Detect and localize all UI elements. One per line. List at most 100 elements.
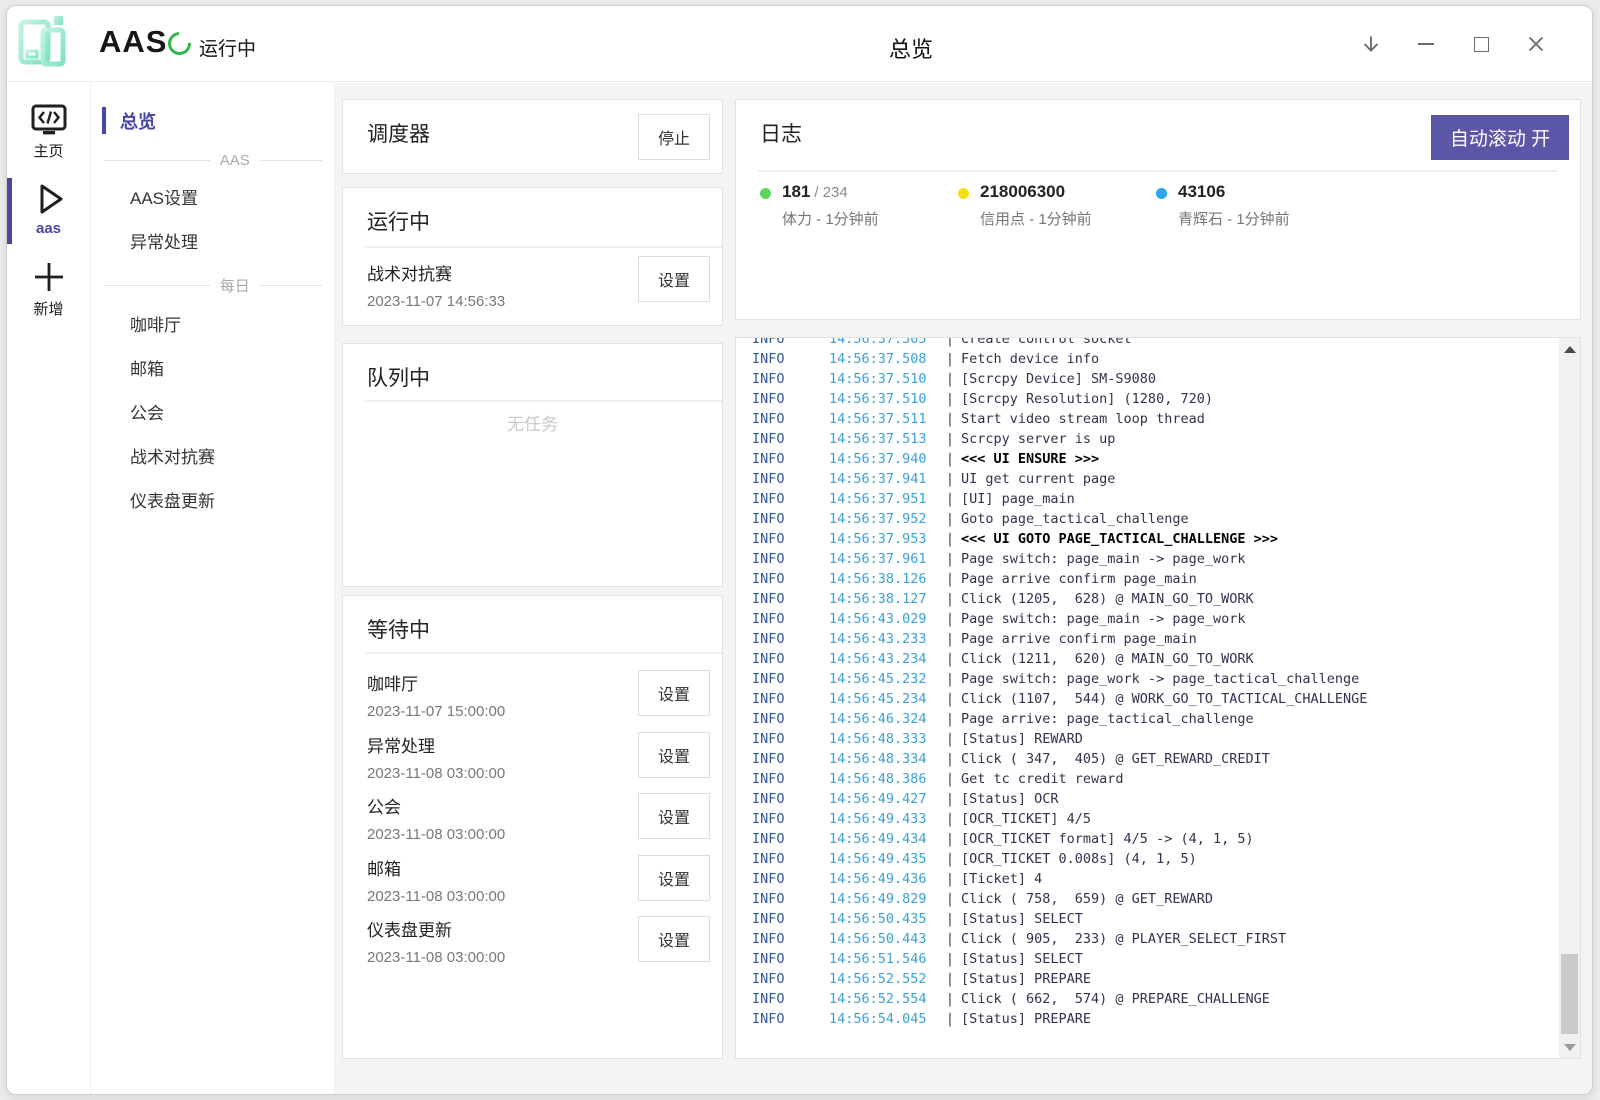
page-title: 总览 <box>889 32 933 64</box>
scroll-up-button[interactable] <box>1559 340 1580 358</box>
settings-button[interactable]: 设置 <box>638 256 710 302</box>
triangle-up-icon <box>1564 346 1576 353</box>
icon-rail: 主页 aas 新增 <box>7 83 91 1094</box>
maximize-button[interactable] <box>1471 34 1491 54</box>
log-message: [OCR_TICKET format] 4/5 -> (4, 1, 5) <box>961 829 1254 849</box>
scrollbar-thumb[interactable] <box>1561 954 1578 1034</box>
log-timestamp: 14:56:43.233 <box>829 629 939 649</box>
log-message: [Status] OCR <box>961 789 1059 809</box>
divider <box>365 652 722 654</box>
log-timestamp: 14:56:38.126 <box>829 569 939 589</box>
queue-title: 队列中 <box>367 362 430 392</box>
log-entry-row: INFO 14:56:52.552 | [Status] PREPARE <box>736 969 1558 989</box>
menu-section-label: AAS <box>220 152 250 169</box>
menu-section-daily-items: 咖啡厅 邮箱 公会 战术对抗赛 仪表盘更新 <box>92 301 334 521</box>
settings-button[interactable]: 设置 <box>638 732 710 778</box>
settings-button[interactable]: 设置 <box>638 793 710 839</box>
stat-value: 181 <box>782 182 810 201</box>
log-entry-row: INFO 14:56:37.508 | Fetch device info <box>736 349 1558 369</box>
log-entry-row: INFO 14:56:49.433 | [OCR_TICKET] 4/5 <box>736 809 1558 829</box>
log-separator: | <box>939 1009 961 1029</box>
sidebar-item[interactable]: 异常处理 <box>92 218 334 262</box>
log-message: <<< UI ENSURE >>> <box>961 449 1099 469</box>
log-timestamp: 14:56:49.829 <box>829 889 939 909</box>
log-entry-row: INFO 14:56:49.829 | Click ( 758, 659) @ … <box>736 889 1558 909</box>
autoscroll-toggle-button[interactable]: 自动滚动 开 <box>1431 115 1569 160</box>
scroll-down-button[interactable] <box>1559 1038 1580 1056</box>
settings-button[interactable]: 设置 <box>638 916 710 962</box>
log-entry-row: INFO 14:56:48.333 | [Status] REWARD <box>736 729 1558 749</box>
log-entry-row: INFO 14:56:37.961 | Page switch: page_ma… <box>736 549 1558 569</box>
rail-item-label: aas <box>36 220 61 237</box>
sidebar-menu: 总览 AAS AAS设置 异常处理 每日 咖啡厅 <box>92 83 334 1094</box>
log-timestamp: 14:56:54.045 <box>829 1009 939 1029</box>
sidebar-item[interactable]: 邮箱 <box>92 345 334 389</box>
log-title: 日志 <box>760 118 802 148</box>
menu-section-divider-aas: AAS <box>104 152 322 169</box>
log-message: [OCR_TICKET 0.008s] (4, 1, 5) <box>961 849 1197 869</box>
log-entry-row: INFO 14:56:37.940 | <<< UI ENSURE >>> <box>736 449 1558 469</box>
settings-button[interactable]: 设置 <box>638 855 710 901</box>
waiting-title: 等待中 <box>367 614 430 644</box>
main-content: 调度器 停止 运行中 战术对抗赛 2023-11-07 14:56:33 设置 … <box>334 83 1592 1094</box>
log-level: INFO <box>736 469 829 489</box>
sidebar-item[interactable]: 公会 <box>92 389 334 433</box>
log-message: Start video stream loop thread <box>961 409 1205 429</box>
sidebar-item[interactable]: AAS设置 <box>92 174 334 218</box>
log-timestamp: 14:56:46.324 <box>829 709 939 729</box>
maximize-icon <box>1474 37 1489 52</box>
sidebar-item[interactable]: 仪表盘更新 <box>92 477 334 521</box>
green-dot-icon <box>760 188 771 199</box>
running-task-row: 战术对抗赛 2023-11-07 14:56:33 设置 <box>367 260 710 310</box>
log-timestamp: 14:56:50.435 <box>829 909 939 929</box>
log-message: UI get current page <box>961 469 1115 489</box>
log-separator: | <box>939 549 961 569</box>
log-level: INFO <box>736 969 829 989</box>
log-separator: | <box>939 789 961 809</box>
sidebar-item-label: 总览 <box>120 112 156 132</box>
log-level: INFO <box>736 689 829 709</box>
rail-item-add[interactable]: 新增 <box>7 259 90 321</box>
log-level: INFO <box>736 909 829 929</box>
download-arrow-button[interactable] <box>1361 34 1381 54</box>
log-separator: | <box>939 829 961 849</box>
log-separator: | <box>939 689 961 709</box>
settings-button[interactable]: 设置 <box>638 670 710 716</box>
rail-item-home[interactable]: 主页 <box>7 103 90 165</box>
resource-stats-row: 181/ 234 体力 - 1分钟前 218006300 信用点 - 1分钟前 … <box>760 182 1354 229</box>
sidebar-item[interactable]: 战术对抗赛 <box>92 433 334 477</box>
stop-button[interactable]: 停止 <box>638 114 710 160</box>
log-message: Get tc credit reward <box>961 769 1124 789</box>
waiting-task-list: 咖啡厅 2023-11-07 15:00:00 设置 异常处理 2023-11-… <box>367 670 722 978</box>
rail-item-label: 新增 <box>33 298 63 319</box>
log-timestamp: 14:56:37.508 <box>829 349 939 369</box>
minimize-button[interactable] <box>1416 34 1436 54</box>
sidebar-item[interactable]: 咖啡厅 <box>92 301 334 345</box>
log-level: INFO <box>736 389 829 409</box>
log-message: [UI] page_main <box>961 489 1075 509</box>
log-level: INFO <box>736 769 829 789</box>
log-level: INFO <box>736 509 829 529</box>
log-separator: | <box>939 669 961 689</box>
rail-item-aas[interactable]: aas <box>7 181 90 243</box>
log-timestamp: 14:56:50.443 <box>829 929 939 949</box>
log-timestamp: 14:56:52.552 <box>829 969 939 989</box>
app-name: AAS <box>99 24 167 60</box>
close-icon <box>1526 34 1546 54</box>
sidebar-item-overview[interactable]: 总览 <box>92 103 334 139</box>
close-button[interactable] <box>1526 34 1546 54</box>
log-level: INFO <box>736 337 829 349</box>
active-indicator-bar <box>7 178 12 244</box>
log-message: Page arrive confirm page_main <box>961 629 1197 649</box>
queue-empty-text: 无任务 <box>343 410 722 435</box>
app-logo-icon <box>10 9 76 75</box>
sidebar-item-label: 战术对抗赛 <box>130 448 215 467</box>
log-scrollbar[interactable] <box>1559 338 1580 1058</box>
log-entry-row: INFO 14:56:38.127 | Click (1205, 628) @ … <box>736 589 1558 609</box>
log-separator: | <box>939 529 961 549</box>
log-entry-row: INFO 14:56:43.234 | Click (1211, 620) @ … <box>736 649 1558 669</box>
log-timestamp: 14:56:37.513 <box>829 429 939 449</box>
log-timestamp: 14:56:52.554 <box>829 989 939 1009</box>
log-separator: | <box>939 389 961 409</box>
log-separator: | <box>939 969 961 989</box>
